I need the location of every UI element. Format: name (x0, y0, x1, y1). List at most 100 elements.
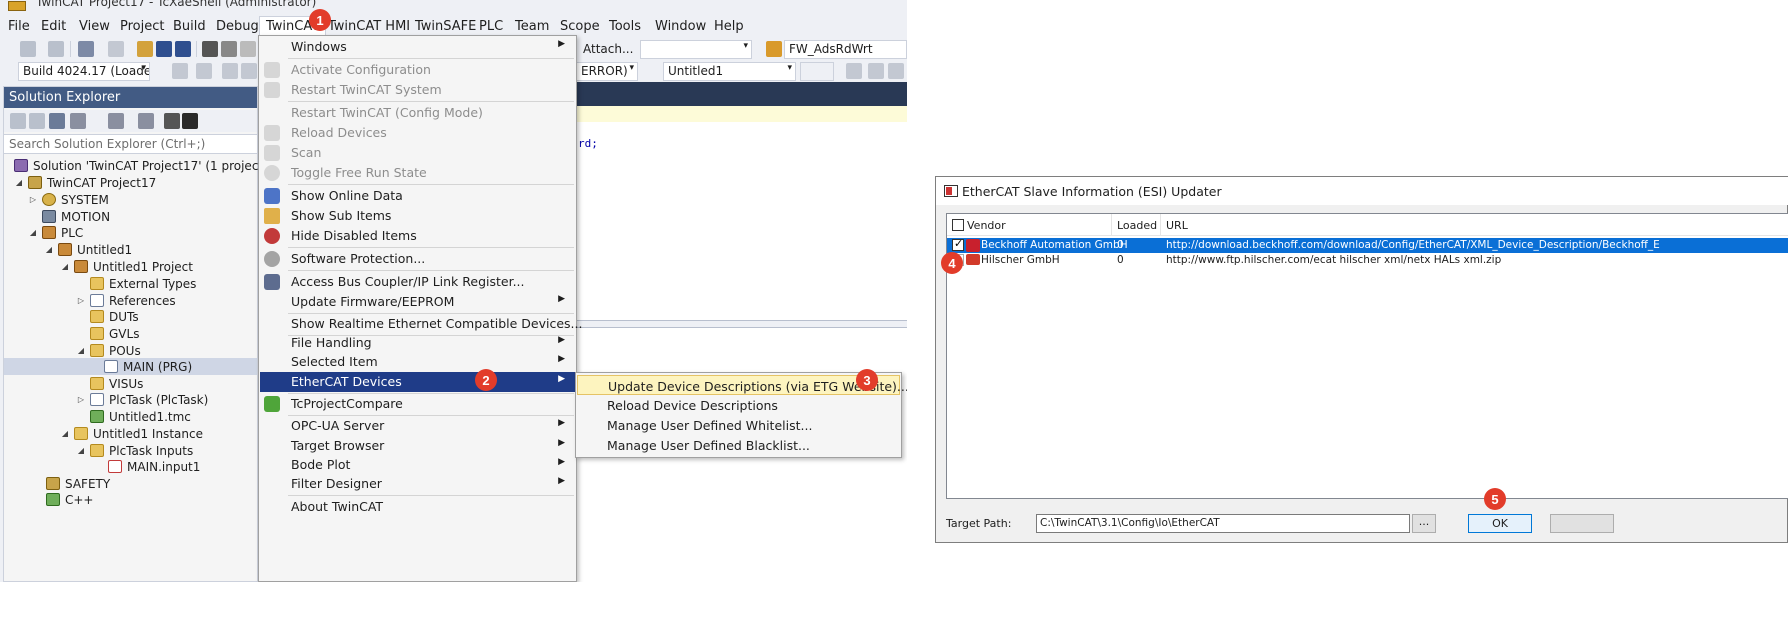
copy-icon[interactable] (221, 41, 237, 57)
vendor-row[interactable]: Beckhoff Automation GmbH 0 http://downlo… (947, 237, 1788, 253)
attach-button[interactable]: Attach... (583, 42, 633, 56)
menu-twincat-hmi[interactable]: TwinCAT HMI (326, 19, 412, 34)
menu-item-restart-twincat-system[interactable]: Restart TwinCAT System (260, 80, 575, 100)
stop-icon[interactable] (888, 63, 904, 79)
plc-tool-icon[interactable] (241, 63, 257, 79)
menu-file[interactable]: File (6, 19, 32, 34)
menu-item-target-browser[interactable]: Target Browser ▶ (260, 436, 575, 456)
menu-debug[interactable]: Debug (214, 19, 261, 34)
back-icon[interactable] (20, 41, 36, 57)
expander-icon[interactable]: ◢ (60, 262, 70, 271)
error-combo[interactable]: ERROR) ▾ (576, 62, 638, 81)
forward-icon[interactable] (48, 41, 64, 57)
tree-item[interactable]: C++ (32, 491, 94, 508)
menu-item-access-bus-coupler[interactable]: Access Bus Coupler/IP Link Register... (260, 272, 575, 292)
solution-explorer-search[interactable]: Search Solution Explorer (Ctrl+;) (4, 134, 257, 154)
home-icon[interactable] (49, 113, 65, 129)
expander-icon[interactable]: ◢ (28, 228, 38, 237)
menu-item-software-protection[interactable]: Software Protection... (260, 249, 575, 269)
menu-item-scan[interactable]: Scan (260, 143, 575, 163)
menu-item-reload-devices[interactable]: Reload Devices (260, 123, 575, 143)
menu-edit[interactable]: Edit (39, 19, 68, 34)
menu-twinsafe[interactable]: TwinSAFE (413, 19, 478, 34)
project-combo[interactable]: Untitled1 ▾ (663, 62, 796, 81)
tree-item[interactable]: External Types (76, 275, 196, 292)
column-header-url[interactable]: URL (1166, 219, 1188, 232)
expander-icon[interactable]: ◢ (60, 429, 70, 438)
tree-item[interactable]: Solution 'TwinCAT Project17' (1 project) (14, 157, 268, 174)
menu-item-update-firmware[interactable]: Update Firmware/EEPROM ▶ (260, 292, 575, 312)
menu-item-activate-configuration[interactable]: Activate Configuration (260, 60, 575, 80)
menu-scope[interactable]: Scope (558, 19, 602, 34)
tree-item[interactable]: SAFETY (32, 475, 110, 492)
start-icon[interactable] (868, 63, 884, 79)
select-all-checkbox[interactable] (952, 219, 964, 231)
column-header-loaded[interactable]: Loaded (1117, 219, 1157, 232)
editor-splitter[interactable] (576, 320, 907, 328)
menu-item-update-device-descriptions[interactable]: Update Device Descriptions (via ETG Webs… (577, 375, 907, 395)
expander-icon[interactable]: ▷ (28, 195, 38, 204)
expander-icon[interactable]: ◢ (76, 446, 86, 455)
menu-window[interactable]: Window (653, 19, 708, 34)
browse-button[interactable]: ... (1412, 514, 1436, 533)
menu-item-manage-whitelist[interactable]: Manage User Defined Whitelist... (577, 415, 900, 435)
menu-build[interactable]: Build (171, 19, 208, 34)
menu-view[interactable]: View (77, 19, 112, 34)
new-project-icon[interactable] (78, 41, 94, 57)
menu-item-show-online-data[interactable]: Show Online Data (260, 186, 575, 206)
menu-item-about-twincat[interactable]: About TwinCAT (260, 497, 575, 517)
menu-item-restart-config-mode[interactable]: Restart TwinCAT (Config Mode) (260, 103, 575, 123)
menu-item-show-realtime-ethernet[interactable]: Show Realtime Ethernet Compatible Device… (260, 314, 582, 334)
forward-icon[interactable] (29, 113, 45, 129)
disabled-combo[interactable] (800, 62, 834, 81)
save-icon[interactable] (156, 41, 172, 57)
plc-tool-icon[interactable] (196, 63, 212, 79)
menu-item-selected-item[interactable]: Selected Item ▶ (260, 352, 575, 372)
tree-item-selected[interactable]: MAIN (PRG) (4, 358, 257, 375)
tree-item[interactable]: MOTION (28, 208, 110, 225)
target-path-input[interactable]: C:\TwinCAT\3.1\Config\Io\EtherCAT (1036, 514, 1410, 533)
tree-item[interactable]: VISUs (76, 375, 143, 392)
menu-project[interactable]: Project (118, 19, 166, 34)
add-item-icon[interactable] (108, 41, 124, 57)
tree-item[interactable]: ◢ Untitled1 (44, 241, 132, 258)
menu-item-bode-plot[interactable]: Bode Plot ▶ (260, 455, 575, 475)
tree-item[interactable]: ▷ PlcTask (PlcTask) (76, 391, 208, 408)
tree-item[interactable]: MAIN.input1 (94, 458, 200, 475)
expander-icon[interactable]: ▷ (76, 296, 86, 305)
tree-item[interactable]: ◢ Untitled1 Project (60, 258, 193, 275)
expander-icon[interactable]: ▷ (76, 395, 86, 404)
menu-item-filter-designer[interactable]: Filter Designer ▶ (260, 474, 575, 494)
vendor-checkbox[interactable] (952, 237, 964, 251)
open-icon[interactable] (137, 41, 153, 57)
switch-view-icon[interactable] (70, 113, 86, 129)
menu-help[interactable]: Help (712, 19, 746, 34)
expander-icon[interactable]: ◢ (44, 245, 54, 254)
tree-item[interactable]: ◢ Untitled1 Instance (60, 425, 203, 442)
menu-item-toggle-free-run[interactable]: Toggle Free Run State (260, 163, 575, 183)
menu-item-show-sub-items[interactable]: Show Sub Items (260, 206, 575, 226)
plc-tool-icon[interactable] (222, 63, 238, 79)
menu-item-hide-disabled-items[interactable]: Hide Disabled Items (260, 226, 575, 246)
build-combo[interactable]: Build 4024.17 (Loaded ▾ (18, 62, 150, 81)
debug-tool-icon[interactable] (846, 63, 862, 79)
properties-icon[interactable] (164, 113, 180, 129)
tree-item[interactable]: ◢ PlcTask Inputs (76, 442, 193, 459)
editor-code-area[interactable] (576, 122, 907, 322)
ok-button[interactable]: OK (1468, 514, 1532, 533)
back-icon[interactable] (10, 113, 26, 129)
tree-item[interactable]: ◢ PLC (28, 224, 83, 241)
tree-item[interactable]: ◢ TwinCAT Project17 (14, 174, 156, 191)
menu-item-manage-blacklist[interactable]: Manage User Defined Blacklist... (577, 435, 900, 455)
menu-tools[interactable]: Tools (607, 19, 643, 34)
cancel-button[interactable] (1550, 514, 1614, 533)
menu-item-windows[interactable]: Windows ▶ (260, 37, 575, 57)
menu-item-ethercat-devices[interactable]: EtherCAT Devices ▶ (260, 372, 575, 392)
menu-item-file-handling[interactable]: File Handling ▶ (260, 333, 575, 353)
preview-icon[interactable] (182, 113, 198, 129)
tree-item[interactable]: Untitled1.tmc (76, 408, 191, 425)
expander-icon[interactable]: ◢ (76, 346, 86, 355)
tree-item[interactable]: ◢ POUs (76, 342, 141, 359)
find-combo[interactable]: FW_AdsRdWrt (784, 40, 907, 59)
vendor-row[interactable]: Hilscher GmbH 0 http://www.ftp.hilscher.… (947, 253, 1788, 268)
